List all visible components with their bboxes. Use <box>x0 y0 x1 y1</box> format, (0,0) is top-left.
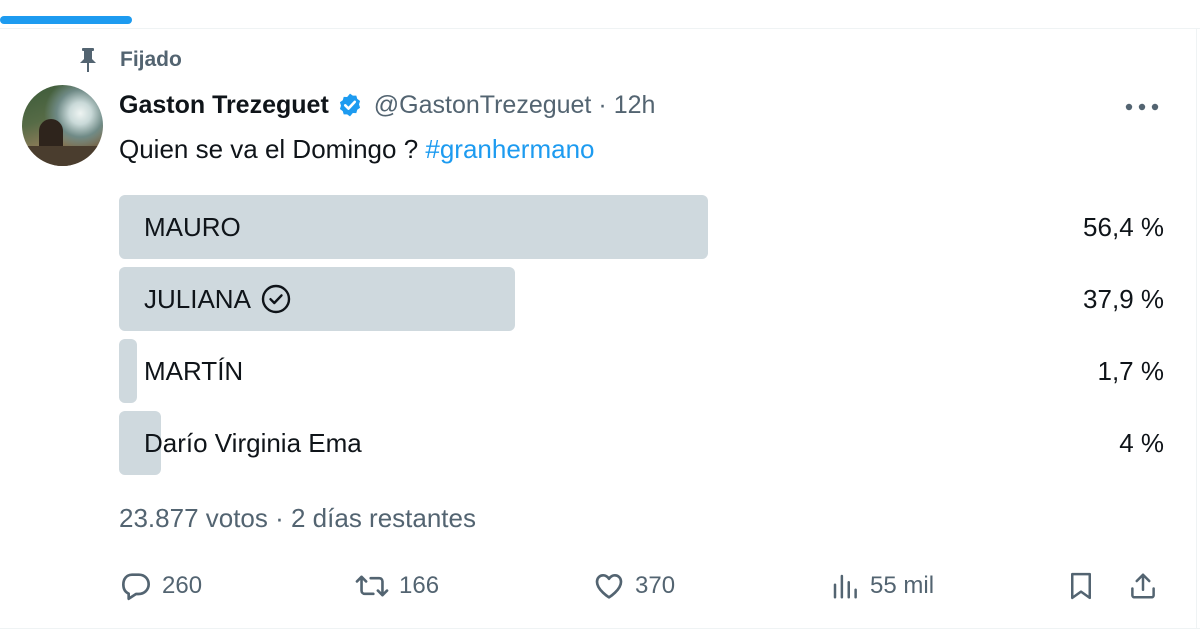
views-chart-icon <box>830 571 860 601</box>
share-icon <box>1128 570 1158 602</box>
author-handle[interactable]: @GastonTrezeguet <box>374 91 592 120</box>
divider <box>0 28 1200 29</box>
poll-option-label: JULIANA <box>144 267 291 331</box>
poll-option-text: Darío Virginia Ema <box>144 427 362 458</box>
poll-option-label: MARTÍN <box>144 339 243 403</box>
poll-option[interactable]: JULIANA 37,9 % <box>119 267 1164 331</box>
pin-icon <box>76 46 100 74</box>
poll-option-label: Darío Virginia Ema <box>144 411 362 475</box>
tab-active-indicator <box>0 16 132 24</box>
share-button[interactable] <box>1128 566 1158 606</box>
poll-option-percent: 37,9 % <box>1083 283 1164 314</box>
hashtag-link[interactable]: #granhermano <box>425 134 594 164</box>
bookmark-button[interactable] <box>1066 566 1096 606</box>
voted-check-icon <box>261 284 291 314</box>
timestamp[interactable]: 12h <box>614 91 656 120</box>
pinned-indicator: Fijado <box>76 46 182 74</box>
poll-option-text: MAURO <box>144 211 241 242</box>
more-icon <box>1125 103 1159 111</box>
views-count: 55 mil <box>870 572 935 599</box>
poll-option-label: MAURO <box>144 195 241 259</box>
pinned-label: Fijado <box>120 48 182 71</box>
separator-dot: · <box>598 90 607 119</box>
poll-option[interactable]: MARTÍN 1,7 % <box>119 339 1164 403</box>
divider <box>0 628 1200 629</box>
repost-count: 166 <box>399 572 440 599</box>
like-count: 370 <box>635 572 676 599</box>
repost-button[interactable]: 166 <box>355 566 439 606</box>
tweet-body: Quien se va el Domingo ? <box>119 134 426 164</box>
verified-badge-icon[interactable] <box>337 92 363 118</box>
tweet-actions: 260 166 370 55 mil <box>0 566 1200 606</box>
author-name[interactable]: Gaston Trezeguet <box>119 91 329 120</box>
repost-icon <box>355 570 389 602</box>
poll-option-text: JULIANA <box>144 283 251 314</box>
poll-option[interactable]: MAURO 56,4 % <box>119 195 1164 259</box>
tweet-text: Quien se va el Domingo ? #granhermano <box>119 134 595 165</box>
reply-count: 260 <box>162 572 203 599</box>
poll-meta: 23.877 votos · 2 días restantes <box>119 503 476 533</box>
reply-icon <box>120 570 152 602</box>
poll-option[interactable]: Darío Virginia Ema 4 % <box>119 411 1164 475</box>
poll-option-percent: 56,4 % <box>1083 211 1164 242</box>
views-button[interactable]: 55 mil <box>830 566 934 606</box>
poll-option-text: MARTÍN <box>144 355 244 386</box>
poll-option-percent: 4 % <box>1119 427 1164 458</box>
like-button[interactable]: 370 <box>593 566 675 606</box>
more-options-button[interactable] <box>1122 92 1162 122</box>
poll: MAURO 56,4 % JULIANA 37,9 % MARTÍN 1,7 %… <box>119 195 1164 483</box>
divider <box>1196 28 1197 628</box>
heart-icon <box>593 570 625 602</box>
bookmark-icon <box>1066 570 1096 602</box>
poll-result-bar <box>119 339 137 403</box>
reply-button[interactable]: 260 <box>120 566 202 606</box>
avatar[interactable] <box>22 85 103 166</box>
tweet-header: Gaston Trezeguet @GastonTrezeguet · 12h <box>119 87 655 123</box>
poll-option-percent: 1,7 % <box>1097 355 1165 386</box>
